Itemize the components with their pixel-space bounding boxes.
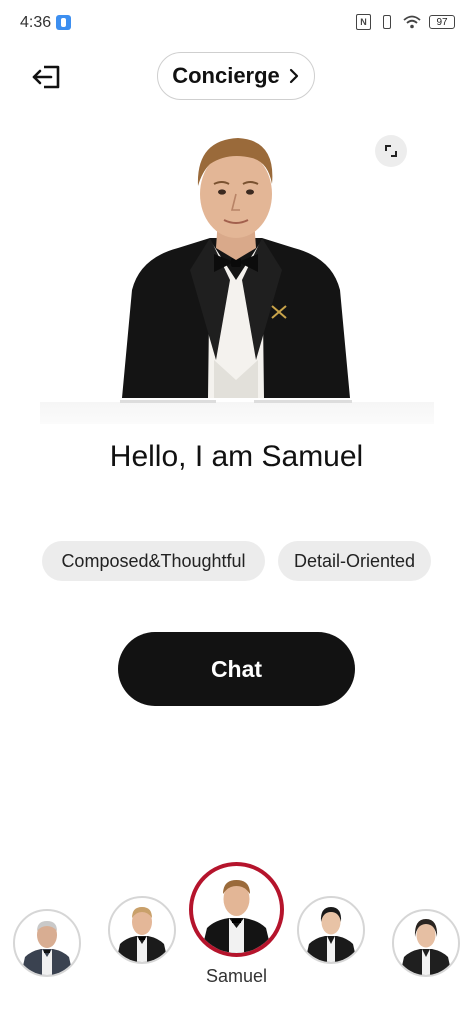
wifi-icon	[403, 15, 421, 29]
chevron-right-icon	[289, 68, 298, 84]
concierge-selector[interactable]: Concierge	[157, 52, 315, 100]
avatar-option-samuel-selected[interactable]	[189, 862, 284, 957]
greeting-text: Hello, I am Samuel	[109, 440, 364, 473]
selected-avatar-name: Samuel	[205, 966, 268, 986]
concierge-title: Concierge	[172, 63, 280, 88]
expand-icon	[385, 145, 397, 157]
status-time: 4:36	[20, 14, 52, 31]
nfc-icon: N	[356, 14, 371, 30]
exit-button[interactable]	[30, 60, 64, 94]
fullscreen-button[interactable]	[375, 135, 407, 167]
tag-detail-oriented: Detail-Oriented	[278, 541, 431, 581]
tag-composed: Composed&Thoughtful	[42, 541, 265, 581]
personality-tags: Composed&Thoughtful Detail-Oriented	[0, 541, 473, 581]
avatar-option-woman[interactable]	[297, 896, 365, 964]
status-bar: 4:36 N 97	[0, 0, 473, 46]
vibrate-icon	[379, 15, 395, 29]
chat-button[interactable]: Chat	[118, 632, 355, 706]
exit-icon	[32, 65, 60, 89]
app-notification-icon	[56, 15, 71, 30]
chat-button-label: Chat	[210, 655, 263, 682]
battery-icon: 97	[429, 15, 455, 29]
avatar-option-young-man[interactable]	[108, 896, 176, 964]
samuel-avatar	[120, 138, 352, 403]
